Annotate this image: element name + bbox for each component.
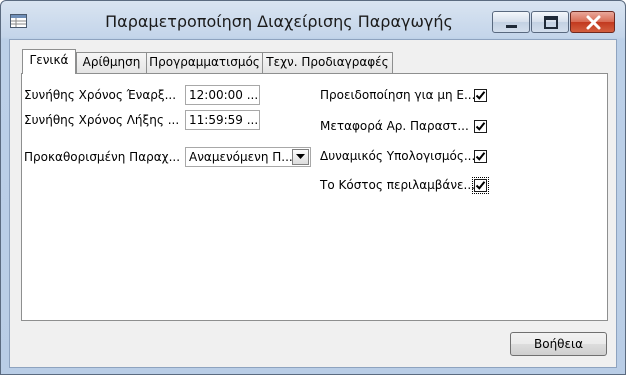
default-flush-label: Προκαθορισμένη Παραχ... [24, 150, 181, 164]
maximize-button[interactable] [531, 11, 569, 33]
settings-window: Παραμετροποίηση Διαχείρισης Παραγωγής Γε… [0, 0, 626, 375]
tab-general[interactable]: Γενικά [22, 49, 76, 74]
title-bar[interactable]: Παραμετροποίηση Διαχείρισης Παραγωγής [1, 1, 625, 39]
checkbox-3[interactable] [474, 150, 487, 163]
close-icon [586, 15, 601, 30]
checkbox-2[interactable] [474, 120, 487, 133]
chevron-down-icon [296, 154, 305, 159]
dialog-body: Γενικά Αρίθμηση Προγραμματισμός Τεχν. Πρ… [9, 39, 617, 368]
maximize-icon [544, 16, 558, 29]
dropdown-arrow-button[interactable] [292, 149, 309, 165]
tab-numbering[interactable]: Αρίθμηση [76, 52, 147, 73]
checkbox-4[interactable] [472, 177, 489, 194]
checkbox-label-2: Μεταφορά Αρ. Παραστ... [320, 119, 469, 133]
end-time-field[interactable]: 11:59:59 ... [185, 110, 260, 130]
default-flush-dropdown[interactable]: Αναμενόμενη Π... [185, 147, 311, 167]
start-time-field[interactable]: 12:00:00 ... [185, 85, 260, 105]
checkbox-label-1: Προειδοποίηση για μη Ε... [320, 88, 476, 102]
window-title: Παραμετροποίηση Διαχείρισης Παραγωγής [105, 12, 453, 31]
checkbox-1[interactable] [474, 89, 487, 102]
tab-planning[interactable]: Προγραμματισμός [146, 52, 263, 73]
checkmark-icon [475, 122, 486, 131]
minimize-button[interactable] [492, 11, 530, 33]
default-flush-value: Αναμενόμενη Π... [189, 150, 293, 164]
checkbox-label-3: Δυναμικός Υπολογισμός... [320, 149, 476, 163]
end-time-label: Συνήθης Χρόνος Λήξης ... [24, 113, 180, 127]
checkmark-icon [475, 152, 486, 161]
close-button[interactable] [570, 11, 615, 33]
checkbox-label-4: Το Κόστος περιλαμβάνε... [320, 178, 475, 192]
general-tab-panel: Συνήθης Χρόνος Έναρξ... 12:00:00 ... Συν… [21, 73, 608, 321]
help-button[interactable]: Βοήθεια [510, 332, 607, 356]
checkmark-icon [475, 181, 486, 190]
start-time-label: Συνήθης Χρόνος Έναρξ... [24, 88, 177, 102]
minimize-icon [506, 25, 517, 28]
checkmark-icon [475, 91, 486, 100]
tab-specifications[interactable]: Τεχν. Προδιαγραφές [262, 52, 393, 73]
